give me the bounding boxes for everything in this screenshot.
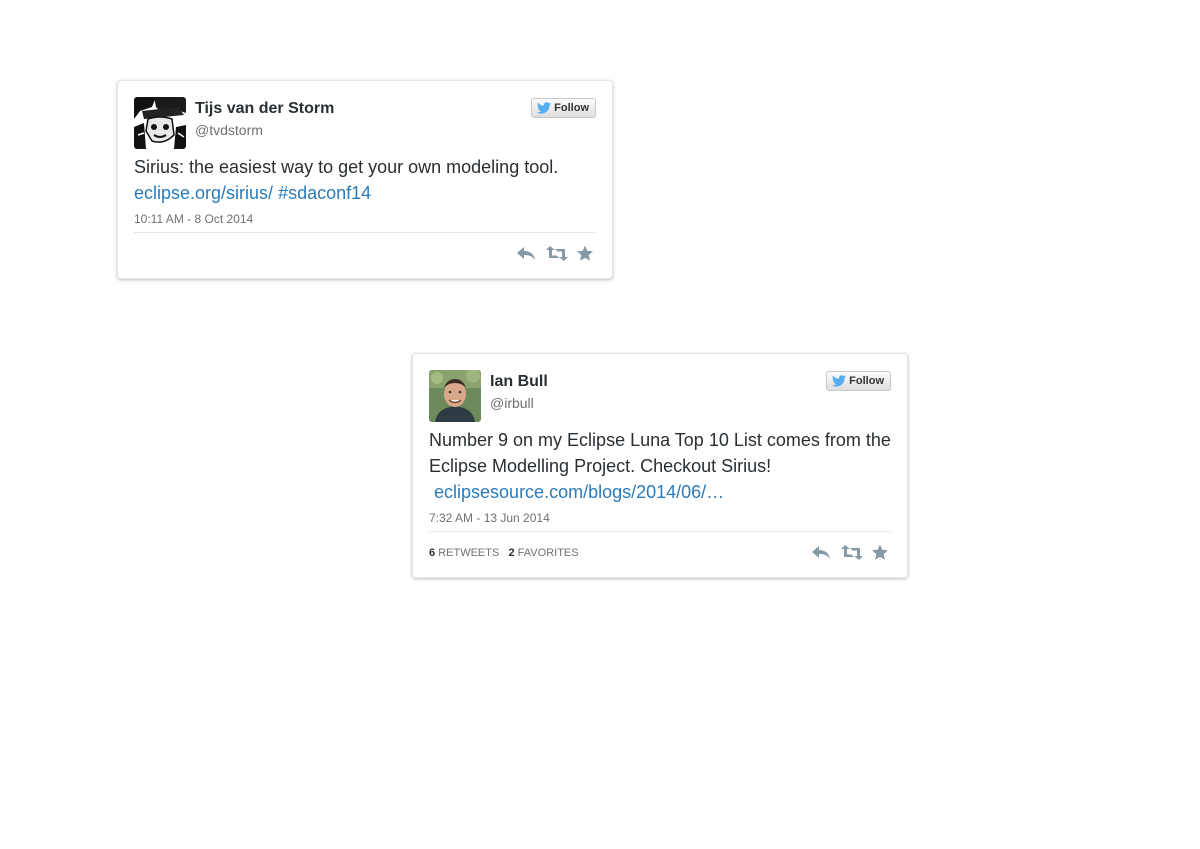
author-name[interactable]: Ian Bull (490, 373, 548, 391)
reply-icon[interactable] (811, 544, 831, 561)
tweet-text: Number 9 on my Eclipse Luna Top 10 List … (429, 427, 891, 505)
retweet-count[interactable]: 6 (429, 547, 435, 559)
tweet-header: Tijs van der Storm @tvdstorm Follow (134, 97, 596, 151)
retweet-icon[interactable] (841, 544, 863, 561)
follow-label: Follow (849, 375, 884, 387)
tweet-actions (516, 245, 596, 262)
tweet-footer (134, 233, 596, 265)
follow-button[interactable]: Follow (826, 371, 891, 391)
favorite-icon[interactable] (576, 245, 596, 262)
tweet-link[interactable]: eclipsesource.com/blogs/2014/06/… (434, 482, 724, 502)
author-handle[interactable]: @irbull (490, 395, 534, 411)
tweet-timestamp[interactable]: 7:32 AM - 13 Jun 2014 (429, 511, 891, 532)
favorite-icon[interactable] (871, 544, 891, 561)
tweet-header: Ian Bull @irbull Follow (429, 370, 891, 424)
favorite-count-label[interactable]: Favorites (518, 547, 579, 559)
embedded-tweet-card: Tijs van der Storm @tvdstorm Follow Siri… (117, 80, 613, 279)
retweet-count-label[interactable]: Retweets (438, 547, 499, 559)
avatar[interactable] (429, 370, 481, 422)
tweet-actions (811, 544, 891, 561)
tweet-body: Sirius: the easiest way to get your own … (134, 157, 559, 177)
follow-button[interactable]: Follow (531, 98, 596, 118)
tweet-footer: 6 Retweets 2 Favorites (429, 532, 891, 564)
twitter-bird-icon (832, 375, 847, 387)
avatar[interactable] (134, 97, 186, 149)
hashtag-link[interactable]: #sdaconf14 (273, 183, 371, 203)
author-handle[interactable]: @tvdstorm (195, 122, 263, 138)
reply-icon[interactable] (516, 245, 536, 262)
author-name[interactable]: Tijs van der Storm (195, 100, 334, 118)
tweet-body: Number 9 on my Eclipse Luna Top 10 List … (429, 430, 891, 476)
embedded-tweet-card: Ian Bull @irbull Follow Number 9 on my E… (412, 353, 908, 578)
follow-label: Follow (554, 102, 589, 114)
favorite-count[interactable]: 2 (508, 547, 514, 559)
tweet-link[interactable]: eclipse.org/sirius/ (134, 183, 273, 203)
tweet-timestamp[interactable]: 10:11 AM - 8 Oct 2014 (134, 212, 596, 233)
retweet-icon[interactable] (546, 245, 568, 262)
tweet-text: Sirius: the easiest way to get your own … (134, 154, 596, 206)
tweet-stats: 6 Retweets 2 Favorites (429, 547, 579, 559)
twitter-bird-icon (537, 102, 552, 114)
